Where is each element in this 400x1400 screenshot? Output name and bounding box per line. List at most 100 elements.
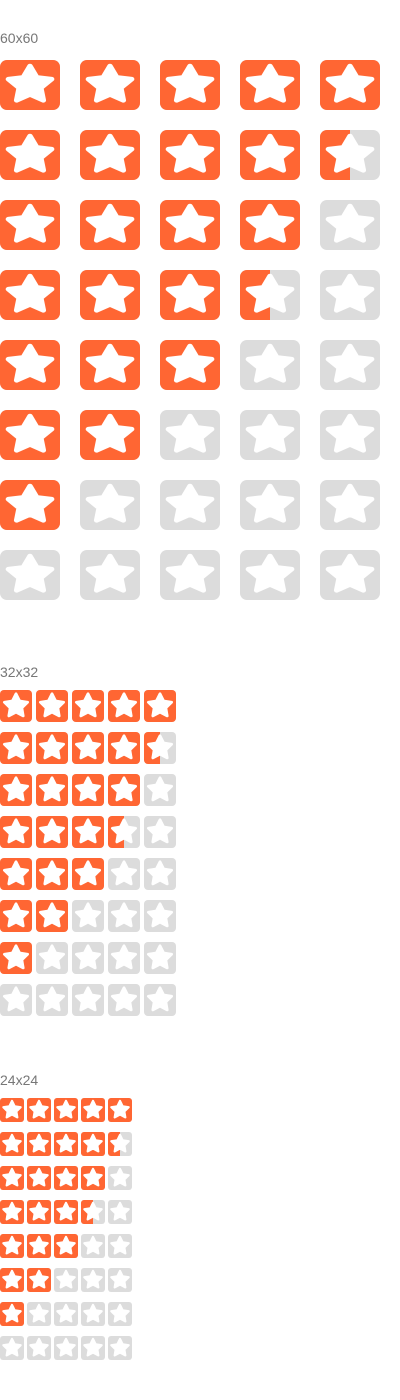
star-icon — [0, 816, 32, 848]
star-icon — [240, 60, 300, 110]
star-rating-row — [0, 1268, 135, 1292]
star-icon — [81, 1336, 105, 1360]
star-icon — [80, 270, 140, 320]
star-icon — [54, 1336, 78, 1360]
star-icon — [36, 900, 68, 932]
star-rating-row — [0, 1336, 135, 1360]
section-label-24x24: 24x24 — [0, 1072, 39, 1088]
star-rating-group-24x24 — [0, 1098, 135, 1370]
star-icon — [0, 732, 32, 764]
star-icon — [240, 480, 300, 530]
star-rating-row — [0, 816, 180, 848]
star-icon — [72, 984, 104, 1016]
star-icon — [108, 1302, 132, 1326]
star-icon — [27, 1302, 51, 1326]
star-icon — [144, 816, 176, 848]
star-icon — [80, 60, 140, 110]
star-icon — [54, 1098, 78, 1122]
star-icon — [80, 410, 140, 460]
star-rating-group-60x60 — [0, 60, 400, 620]
star-icon — [81, 1098, 105, 1122]
star-rating-row — [0, 480, 400, 530]
star-icon — [72, 816, 104, 848]
star-icon — [240, 550, 300, 600]
star-icon — [0, 550, 60, 600]
star-icon — [240, 200, 300, 250]
star-icon — [144, 900, 176, 932]
star-rating-group-32x32 — [0, 690, 180, 1026]
star-icon — [81, 1302, 105, 1326]
star-icon — [27, 1200, 51, 1224]
star-icon — [27, 1268, 51, 1292]
star-rating-row — [0, 732, 180, 764]
star-icon — [27, 1234, 51, 1258]
star-icon — [81, 1132, 105, 1156]
star-icon — [108, 1268, 132, 1292]
star-icon — [36, 858, 68, 890]
star-icon — [108, 900, 140, 932]
star-icon — [0, 200, 60, 250]
star-icon — [320, 270, 380, 320]
star-icon — [81, 1268, 105, 1292]
star-icon — [80, 550, 140, 600]
star-icon — [54, 1200, 78, 1224]
star-icon — [36, 732, 68, 764]
star-icon — [108, 1098, 132, 1122]
star-icon — [27, 1132, 51, 1156]
star-icon — [108, 942, 140, 974]
star-icon — [108, 732, 140, 764]
star-rating-row — [0, 60, 400, 110]
star-rating-row — [0, 1098, 135, 1122]
star-icon — [108, 1132, 132, 1156]
star-icon — [320, 480, 380, 530]
star-rating-row — [0, 270, 400, 320]
star-icon — [72, 942, 104, 974]
star-icon — [160, 60, 220, 110]
star-icon — [0, 690, 32, 722]
star-icon — [320, 550, 380, 600]
star-icon — [0, 1302, 24, 1326]
star-icon — [0, 270, 60, 320]
star-icon — [81, 1234, 105, 1258]
star-icon — [160, 480, 220, 530]
star-rating-row — [0, 984, 180, 1016]
star-rating-row — [0, 1234, 135, 1258]
star-icon — [54, 1166, 78, 1190]
star-rating-row — [0, 942, 180, 974]
star-rating-row — [0, 340, 400, 390]
star-icon — [144, 774, 176, 806]
star-rating-row — [0, 1302, 135, 1326]
star-icon — [144, 984, 176, 1016]
star-icon — [108, 690, 140, 722]
star-icon — [0, 774, 32, 806]
star-icon — [54, 1302, 78, 1326]
star-rating-row — [0, 550, 400, 600]
star-icon — [144, 858, 176, 890]
star-icon — [36, 984, 68, 1016]
star-icon — [0, 984, 32, 1016]
star-icon — [0, 900, 32, 932]
star-icon — [160, 200, 220, 250]
star-icon — [0, 1098, 24, 1122]
star-icon — [240, 270, 300, 320]
star-icon — [81, 1166, 105, 1190]
star-icon — [108, 984, 140, 1016]
section-label-32x32: 32x32 — [0, 664, 39, 680]
star-icon — [108, 816, 140, 848]
star-icon — [320, 340, 380, 390]
star-icon — [80, 200, 140, 250]
star-icon — [144, 942, 176, 974]
star-rating-row — [0, 200, 400, 250]
star-icon — [72, 774, 104, 806]
star-rating-row — [0, 774, 180, 806]
star-icon — [108, 1200, 132, 1224]
star-icon — [240, 340, 300, 390]
star-icon — [320, 410, 380, 460]
star-icon — [54, 1132, 78, 1156]
star-icon — [0, 1234, 24, 1258]
star-icon — [0, 858, 32, 890]
star-icon — [240, 410, 300, 460]
star-icon — [144, 690, 176, 722]
star-icon — [108, 1166, 132, 1190]
star-icon — [36, 942, 68, 974]
